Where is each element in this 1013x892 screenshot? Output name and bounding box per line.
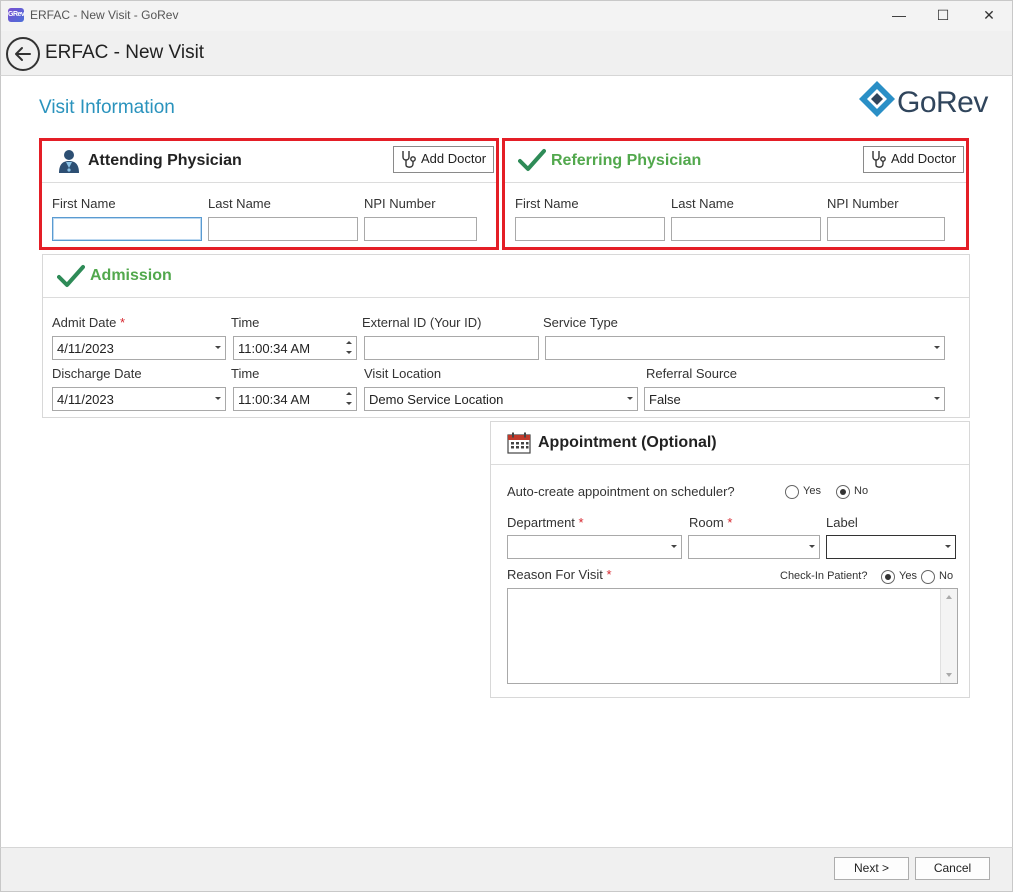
attending-physician-title: Attending Physician	[88, 152, 242, 169]
discharge-date-label: Discharge Date	[52, 366, 142, 381]
admit-date-picker[interactable]: 4/11/2023	[52, 336, 226, 360]
discharge-date-picker[interactable]: 4/11/2023	[52, 387, 226, 411]
first-name-label: First Name	[515, 196, 579, 211]
external-id-label: External ID (Your ID)	[362, 315, 482, 330]
required-marker: *	[727, 515, 733, 530]
admit-time-label: Time	[231, 315, 260, 330]
dropdown-arrow-icon	[809, 545, 815, 548]
required-marker: *	[119, 315, 125, 330]
calendar-icon	[507, 432, 531, 454]
spin-up-icon[interactable]	[346, 392, 352, 395]
check-in-yes-label: Yes	[899, 570, 917, 582]
maximize-button[interactable]: ☐	[920, 0, 966, 31]
department-dropdown[interactable]	[507, 535, 682, 559]
dropdown-arrow-icon	[627, 397, 633, 400]
auto-create-yes-radio[interactable]	[785, 485, 799, 499]
cancel-button[interactable]: Cancel	[915, 857, 990, 880]
last-name-label: Last Name	[671, 196, 734, 211]
checkmark-icon	[57, 265, 85, 287]
referral-source-dropdown[interactable]: False	[644, 387, 945, 411]
admission-title: Admission	[90, 267, 172, 284]
check-in-label: Check-In Patient?	[780, 570, 868, 582]
window-title: ERFAC - New Visit - GoRev	[30, 8, 179, 22]
check-in-no-label: No	[939, 570, 954, 582]
referring-add-doctor-button[interactable]: Add Doctor	[863, 146, 964, 173]
admit-date-label: Admit Date *	[52, 315, 125, 330]
auto-create-yes-label: Yes	[803, 485, 821, 497]
dropdown-arrow-icon	[215, 346, 221, 349]
check-in-no-radio[interactable]	[921, 570, 935, 584]
back-button[interactable]	[6, 37, 40, 71]
attending-npi-input[interactable]	[364, 217, 477, 241]
spin-down-icon[interactable]	[346, 351, 352, 354]
gorev-logo-icon	[859, 81, 895, 117]
referring-physician-title: Referring Physician	[551, 152, 702, 169]
first-name-label: First Name	[52, 196, 116, 211]
gorev-logo-text: GoRev	[897, 86, 988, 119]
dropdown-arrow-icon	[945, 545, 951, 548]
label-dropdown[interactable]	[826, 535, 956, 559]
referring-first-name-input[interactable]	[515, 217, 665, 241]
reason-for-visit-label: Reason For Visit *	[507, 567, 612, 582]
service-type-dropdown[interactable]	[545, 336, 945, 360]
referral-source-label: Referral Source	[646, 366, 738, 381]
discharge-time-label: Time	[231, 366, 260, 381]
visit-location-label: Visit Location	[364, 366, 442, 381]
auto-create-no-label: No	[854, 485, 869, 497]
referring-npi-input[interactable]	[827, 217, 945, 241]
back-arrow-icon	[15, 47, 31, 61]
discharge-time-spinner[interactable]: 11:00:34 AM	[233, 387, 357, 411]
dropdown-arrow-icon	[671, 545, 677, 548]
app-icon: GRev	[8, 8, 25, 22]
reason-for-visit-textarea[interactable]	[507, 588, 958, 684]
attending-last-name-input[interactable]	[208, 217, 358, 241]
divider	[505, 182, 966, 183]
dropdown-arrow-icon	[934, 397, 940, 400]
external-id-input[interactable]	[364, 336, 539, 360]
add-doctor-label: Add Doctor	[421, 151, 487, 166]
stethoscope-icon	[872, 151, 886, 168]
referring-last-name-input[interactable]	[671, 217, 821, 241]
spin-up-icon[interactable]	[346, 341, 352, 344]
section-title: Visit Information	[39, 97, 175, 118]
service-type-label: Service Type	[543, 315, 618, 330]
next-button[interactable]: Next >	[834, 857, 909, 880]
checkmark-icon	[518, 149, 546, 171]
divider	[43, 297, 969, 298]
visit-location-dropdown[interactable]: Demo Service Location	[364, 387, 638, 411]
scroll-down-icon[interactable]	[946, 673, 952, 677]
attending-first-name-input[interactable]	[52, 217, 202, 241]
check-in-yes-radio[interactable]	[881, 570, 895, 584]
admit-time-spinner[interactable]: 11:00:34 AM	[233, 336, 357, 360]
auto-create-label: Auto-create appointment on scheduler?	[507, 484, 735, 499]
room-dropdown[interactable]	[688, 535, 820, 559]
spin-down-icon[interactable]	[346, 402, 352, 405]
page-title: ERFAC - New Visit	[45, 42, 205, 63]
divider	[491, 464, 969, 465]
department-label: Department *	[507, 515, 584, 530]
scroll-up-icon[interactable]	[946, 595, 952, 599]
auto-create-no-radio[interactable]	[836, 485, 850, 499]
last-name-label: Last Name	[208, 196, 271, 211]
textarea-scrollbar[interactable]	[940, 589, 957, 683]
appointment-title: Appointment (Optional)	[538, 434, 717, 451]
attending-add-doctor-button[interactable]: Add Doctor	[393, 146, 494, 173]
divider	[42, 182, 496, 183]
npi-number-label: NPI Number	[364, 196, 436, 211]
dropdown-arrow-icon	[934, 346, 940, 349]
dropdown-arrow-icon	[215, 397, 221, 400]
stethoscope-icon	[402, 151, 416, 168]
add-doctor-label: Add Doctor	[891, 151, 957, 166]
room-label: Room *	[689, 515, 733, 530]
close-button[interactable]: ✕	[966, 0, 1012, 31]
doctor-icon	[59, 150, 79, 173]
npi-number-label: NPI Number	[827, 196, 899, 211]
minimize-button[interactable]: —	[876, 0, 922, 31]
label-label: Label	[826, 515, 858, 530]
required-marker: *	[606, 567, 612, 582]
required-marker: *	[578, 515, 584, 530]
